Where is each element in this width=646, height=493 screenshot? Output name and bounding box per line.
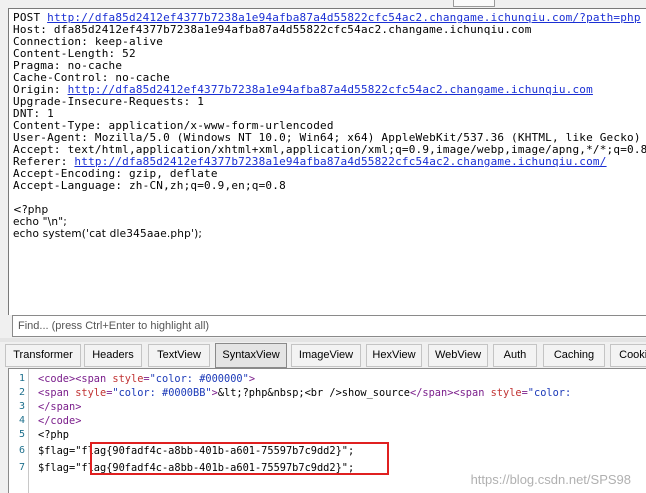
code-line-4: </code> bbox=[38, 415, 82, 427]
code-attr: style bbox=[75, 387, 107, 399]
line-number: 6 bbox=[18, 445, 25, 456]
code-attr-value: "color: #0000BB" bbox=[112, 387, 212, 399]
code-line-2: <span style="color: #0000BB">&lt;?php&nb… bbox=[38, 386, 571, 400]
header-accept-language: Accept-Language: zh-CN,zh;q=0.9,en;q=0.8 bbox=[13, 179, 286, 192]
flag-highlight-box bbox=[90, 442, 389, 475]
tab-headers[interactable]: Headers bbox=[84, 344, 142, 367]
line-number: 5 bbox=[18, 429, 25, 440]
code-line-3: </span> bbox=[38, 401, 82, 413]
tab-webview[interactable]: WebView bbox=[428, 344, 488, 367]
line-number: 4 bbox=[18, 415, 25, 426]
tab-cookies[interactable]: Cookies bbox=[610, 344, 646, 367]
top-tab[interactable] bbox=[453, 0, 495, 7]
find-placeholder: Find... (press Ctrl+Enter to highlight a… bbox=[18, 320, 210, 332]
line-number-gutter: 1 2 3 4 5 6 7 bbox=[9, 369, 29, 493]
code-text: &lt;?php&nbsp;<br />show_source bbox=[217, 387, 410, 399]
code-tag: <code><span bbox=[38, 373, 113, 385]
top-pane-strip bbox=[0, 0, 646, 8]
line-number: 7 bbox=[18, 462, 25, 473]
line-number: 3 bbox=[18, 401, 25, 412]
body-line-2: echo "\n"; bbox=[13, 216, 68, 228]
line-number: 2 bbox=[18, 387, 25, 398]
code-attr: style bbox=[112, 373, 144, 385]
code-tag-end: > bbox=[248, 373, 256, 385]
code-tag: <span bbox=[38, 387, 76, 399]
code-line-1: <code><span style="color: #000000"> bbox=[38, 372, 255, 386]
watermark-text: https://blog.csdn.net/SPS98 bbox=[470, 472, 631, 487]
code-attr-value: "color: #000000" bbox=[149, 373, 249, 385]
body-line-1: <?php bbox=[13, 204, 49, 216]
line-number: 1 bbox=[18, 373, 25, 384]
syntax-view-pane[interactable]: 1 2 3 4 5 6 7 <code><span style="color: … bbox=[8, 368, 646, 493]
response-inspector-tabs: Transformer Headers TextView SyntaxView … bbox=[0, 343, 646, 368]
code-line-5: <?php bbox=[38, 429, 69, 441]
tab-caching[interactable]: Caching bbox=[543, 344, 605, 367]
tab-syntaxview[interactable]: SyntaxView bbox=[215, 343, 287, 368]
pane-splitter[interactable] bbox=[0, 338, 646, 342]
tab-transformer[interactable]: Transformer bbox=[5, 344, 81, 367]
raw-request-pane[interactable]: POST http://dfa85d2412ef4377b7238a1e94af… bbox=[8, 8, 646, 315]
tab-textview[interactable]: TextView bbox=[148, 344, 210, 367]
tab-hexview[interactable]: HexView bbox=[366, 344, 422, 367]
code-attr: style bbox=[490, 387, 522, 399]
body-line-3: echo system('cat dle345aae.php'); bbox=[13, 228, 203, 240]
code-tag: </span><span bbox=[410, 387, 491, 399]
code-attr-value: "color: bbox=[527, 387, 572, 399]
tab-imageview[interactable]: ImageView bbox=[291, 344, 361, 367]
find-input[interactable]: Find... (press Ctrl+Enter to highlight a… bbox=[12, 315, 646, 337]
tab-auth[interactable]: Auth bbox=[493, 344, 537, 367]
